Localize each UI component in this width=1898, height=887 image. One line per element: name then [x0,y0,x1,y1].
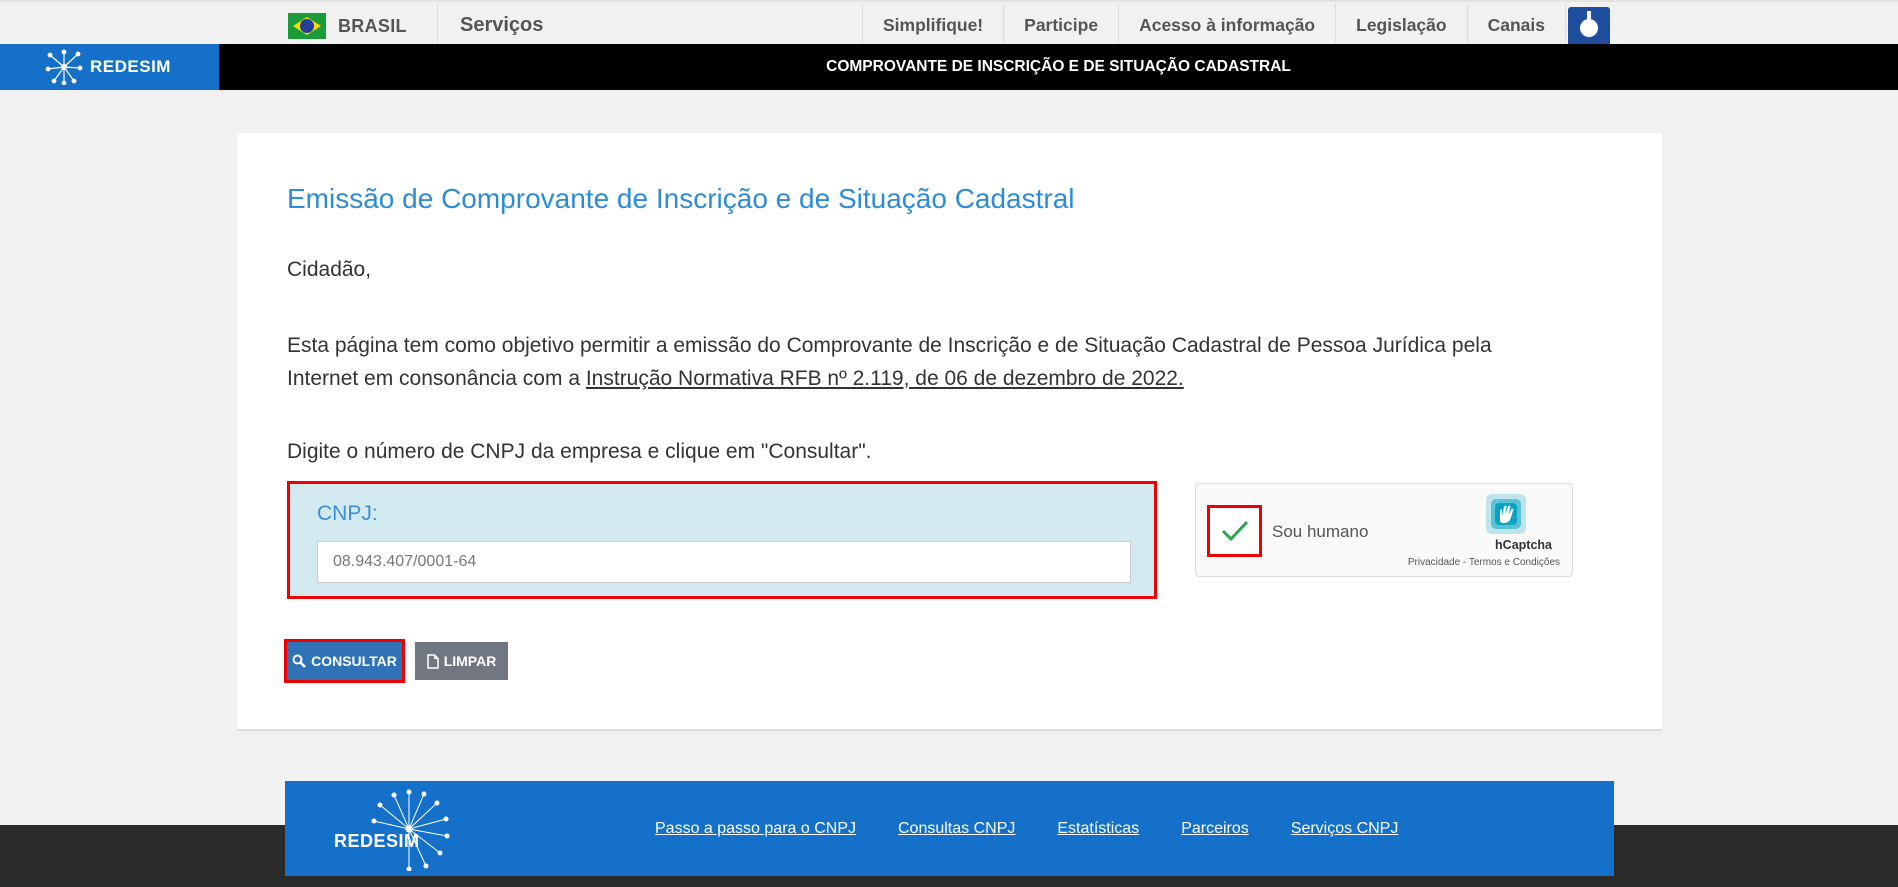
site-header: REDESIM COMPROVANTE DE INSCRIÇÃO E DE SI… [0,44,1898,90]
brasil-label: BRASIL [338,15,407,36]
gov-nav-simplifique[interactable]: Simplifique! [862,4,1003,46]
redesim-logo-text: REDESIM [90,57,171,76]
hcaptcha-widget: Sou humano hCaptcha Privacidade - Termos… [1195,483,1573,577]
brazil-flag-icon [288,13,326,39]
greeting-text: Cidadão, [287,258,372,281]
accessibility-icon[interactable] [1568,7,1610,47]
gov-bar: BRASIL Serviços Simplifique! Participe A… [0,0,1898,47]
limpar-button-label: LIMPAR [443,653,497,669]
redesim-network-icon [45,49,83,85]
footer-link-parceiros[interactable]: Parceiros [1181,820,1249,838]
gov-nav-participe[interactable]: Participe [1003,4,1118,46]
footer-link-estatisticas[interactable]: Estatísticas [1057,820,1139,838]
description-text: Esta página tem como objetivo permitir a… [287,329,1557,395]
redesim-logo[interactable]: REDESIM [0,44,219,90]
hcaptcha-logo-icon [1486,494,1526,534]
footer-logo-text: REDESIM [334,831,420,851]
normative-instruction-link[interactable]: Instrução Normativa RFB nº 2.119, de 06 … [586,367,1184,390]
cnpj-label: CNPJ: [317,502,378,525]
redesim-footer-network-icon [371,789,450,871]
gov-nav-acesso-informacao[interactable]: Acesso à informação [1118,4,1335,46]
footer-link-consultas[interactable]: Consultas CNPJ [898,820,1015,838]
main-card: Emissão de Comprovante de Inscrição e de… [237,133,1662,731]
footer-link-passo-a-passo[interactable]: Passo a passo para o CNPJ [655,820,856,838]
divider [437,4,438,44]
captcha-checkbox[interactable] [1207,505,1262,557]
header-title: COMPROVANTE DE INSCRIÇÃO E DE SITUAÇÃO C… [826,58,1291,75]
checkmark-icon [1221,520,1248,542]
search-icon [292,654,306,668]
gov-nav-legislacao[interactable]: Legislação [1335,4,1466,46]
footer-link-servicos[interactable]: Serviços CNPJ [1291,820,1399,838]
instruction-text: Digite o número de CNPJ da empresa e cli… [287,440,872,463]
footer: REDESIM Passo a passo para o CNPJ Consul… [285,781,1614,876]
document-icon [426,653,439,669]
footer-nav: Passo a passo para o CNPJ Consultas CNPJ… [655,781,1398,876]
brasil-link[interactable]: BRASIL [288,12,407,40]
captcha-links[interactable]: Privacidade - Termos e Condições [1408,557,1560,568]
consultar-button[interactable]: CONSULTAR [284,639,405,683]
captcha-label: Sou humano [1272,522,1369,541]
gov-nav-canais[interactable]: Canais [1466,4,1566,46]
cnpj-input[interactable] [317,541,1131,583]
limpar-button[interactable]: LIMPAR [415,642,508,680]
page-title: Emissão de Comprovante de Inscrição e de… [287,183,1075,214]
gov-nav: Simplifique! Participe Acesso à informaç… [862,4,1566,46]
cnpj-field-group: CNPJ: [287,481,1157,599]
hcaptcha-brand: hCaptcha [1495,538,1552,552]
consultar-button-label: CONSULTAR [311,653,397,669]
services-link[interactable]: Serviços [460,14,543,37]
